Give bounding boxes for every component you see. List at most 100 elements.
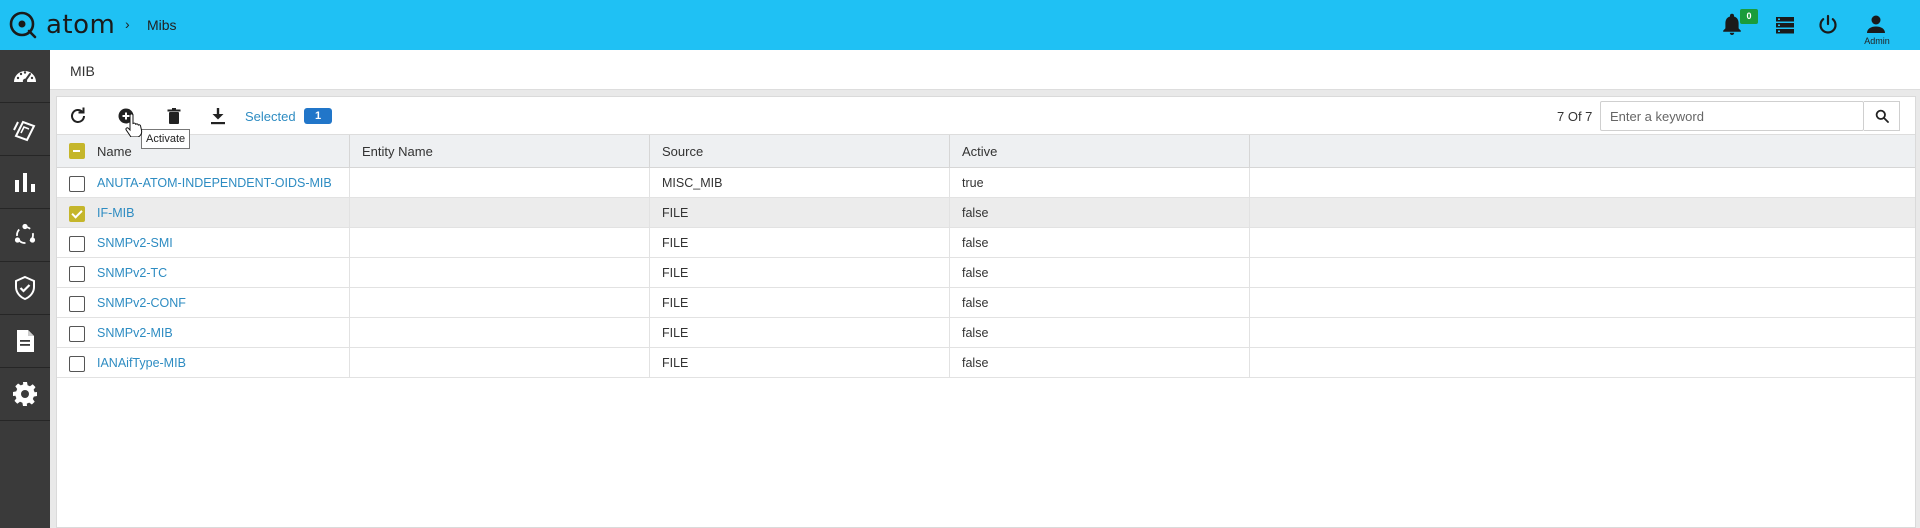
atom-logo[interactable]: atom: [8, 10, 115, 40]
mib-name-link[interactable]: SNMPv2-TC: [97, 258, 350, 288]
active-cell: true: [950, 168, 1250, 198]
record-count: 7 Of 7: [1557, 109, 1593, 124]
user-label[interactable]: Admin: [1862, 36, 1892, 46]
mib-name-link[interactable]: ANUTA-ATOM-INDEPENDENT-OIDS-MIB: [97, 168, 350, 198]
row-checkbox-cell: [57, 288, 97, 318]
page-title: MIB: [70, 63, 95, 79]
table-row[interactable]: IF-MIB FILE false: [57, 198, 1915, 228]
source-cell: FILE: [650, 318, 950, 348]
mib-name-link[interactable]: SNMPv2-CONF: [97, 288, 350, 318]
table-row[interactable]: SNMPv2-MIB FILE false: [57, 318, 1915, 348]
table-header: Name Entity Name Source Active: [57, 135, 1915, 168]
atom-logo-icon: [9, 11, 37, 39]
active-cell: false: [950, 348, 1250, 378]
sidebar-item-compliance[interactable]: [0, 262, 50, 315]
source-cell: MISC_MIB: [650, 168, 950, 198]
filler-cell: [1250, 228, 1917, 258]
breadcrumb[interactable]: Mibs: [147, 17, 177, 33]
row-checkbox-cell: [57, 198, 97, 228]
sidebar-item-devices[interactable]: [0, 103, 50, 156]
settings-icon: [13, 382, 37, 406]
mib-name-link[interactable]: SNMPv2-SMI: [97, 228, 350, 258]
filler-cell: [1250, 258, 1917, 288]
sidebar: [0, 50, 50, 528]
source-cell: FILE: [650, 348, 950, 378]
search-input[interactable]: [1600, 101, 1864, 131]
trash-icon: [167, 108, 181, 124]
filler-cell: [1250, 348, 1917, 378]
mib-panel: Selected 1 Activate 7 Of 7 Name Entity N…: [56, 96, 1916, 528]
toolbar: Selected 1 Activate 7 Of 7: [57, 97, 1915, 149]
row-checkbox[interactable]: [69, 326, 85, 342]
source-cell: FILE: [650, 228, 950, 258]
search-icon: [1875, 109, 1889, 123]
mib-name-link[interactable]: IF-MIB: [97, 198, 350, 228]
table-row[interactable]: SNMPv2-SMI FILE false: [57, 228, 1915, 258]
analytics-icon: [15, 173, 35, 192]
select-all-checkbox[interactable]: [69, 143, 85, 159]
active-cell: false: [950, 258, 1250, 288]
topology-icon: [14, 223, 36, 244]
sidebar-item-analytics[interactable]: [0, 156, 50, 209]
mib-table: Name Entity Name Source Active ANUTA-ATO…: [57, 135, 1915, 378]
entity-name-cell: [350, 348, 650, 378]
row-checkbox[interactable]: [69, 176, 85, 192]
row-checkbox-cell: [57, 318, 97, 348]
table-row[interactable]: SNMPv2-CONF FILE false: [57, 288, 1915, 318]
entity-name-cell: [350, 198, 650, 228]
top-bar: atom › Mibs 0 Admin: [0, 0, 1920, 50]
filler-cell: [1250, 168, 1917, 198]
active-cell: false: [950, 288, 1250, 318]
row-checkbox-cell: [57, 168, 97, 198]
breadcrumb-chevron-icon: ›: [125, 16, 130, 32]
source-cell: FILE: [650, 288, 950, 318]
sidebar-item-topology[interactable]: [0, 209, 50, 262]
server-list-icon[interactable]: [1773, 13, 1797, 37]
select-all-cell: [57, 135, 97, 168]
selected-label: Selected: [245, 109, 296, 124]
column-header-name[interactable]: Name: [97, 135, 350, 168]
row-checkbox-cell: [57, 258, 97, 288]
table-row[interactable]: IANAifType-MIB FILE false: [57, 348, 1915, 378]
refresh-icon: [71, 107, 85, 123]
delete-button[interactable]: [163, 105, 185, 127]
devices-icon: [13, 120, 36, 142]
row-checkbox-cell: [57, 348, 97, 378]
page-header: MIB: [50, 50, 1920, 90]
row-checkbox[interactable]: [69, 266, 85, 282]
filler-cell: [1250, 288, 1917, 318]
refresh-button[interactable]: [67, 105, 89, 127]
row-checkbox[interactable]: [69, 206, 85, 222]
compliance-icon: [15, 275, 35, 301]
filler-cell: [1250, 198, 1917, 228]
sidebar-item-documents[interactable]: [0, 315, 50, 368]
power-icon[interactable]: [1816, 13, 1840, 37]
mib-name-link[interactable]: IANAifType-MIB: [97, 348, 350, 378]
source-cell: FILE: [650, 198, 950, 228]
sidebar-item-dashboard[interactable]: [0, 50, 50, 103]
column-header-entity-name[interactable]: Entity Name: [350, 135, 650, 168]
user-avatar-icon[interactable]: [1864, 12, 1888, 36]
table-row[interactable]: ANUTA-ATOM-INDEPENDENT-OIDS-MIB MISC_MIB…: [57, 168, 1915, 198]
column-header-active[interactable]: Active: [950, 135, 1250, 168]
column-header-filler: [1250, 135, 1917, 168]
active-cell: false: [950, 228, 1250, 258]
notification-badge: 0: [1740, 9, 1758, 24]
download-button[interactable]: [207, 105, 229, 127]
column-header-source[interactable]: Source: [650, 135, 950, 168]
entity-name-cell: [350, 288, 650, 318]
row-checkbox[interactable]: [69, 236, 85, 252]
active-cell: false: [950, 318, 1250, 348]
entity-name-cell: [350, 258, 650, 288]
sidebar-item-settings[interactable]: [0, 368, 50, 421]
mib-name-link[interactable]: SNMPv2-MIB: [97, 318, 350, 348]
row-checkbox[interactable]: [69, 356, 85, 372]
active-cell: false: [950, 198, 1250, 228]
activate-tooltip: Activate: [141, 129, 191, 149]
entity-name-cell: [350, 228, 650, 258]
table-row[interactable]: SNMPv2-TC FILE false: [57, 258, 1915, 288]
row-checkbox-cell: [57, 228, 97, 258]
entity-name-cell: [350, 318, 650, 348]
search-button[interactable]: [1864, 101, 1900, 131]
row-checkbox[interactable]: [69, 296, 85, 312]
